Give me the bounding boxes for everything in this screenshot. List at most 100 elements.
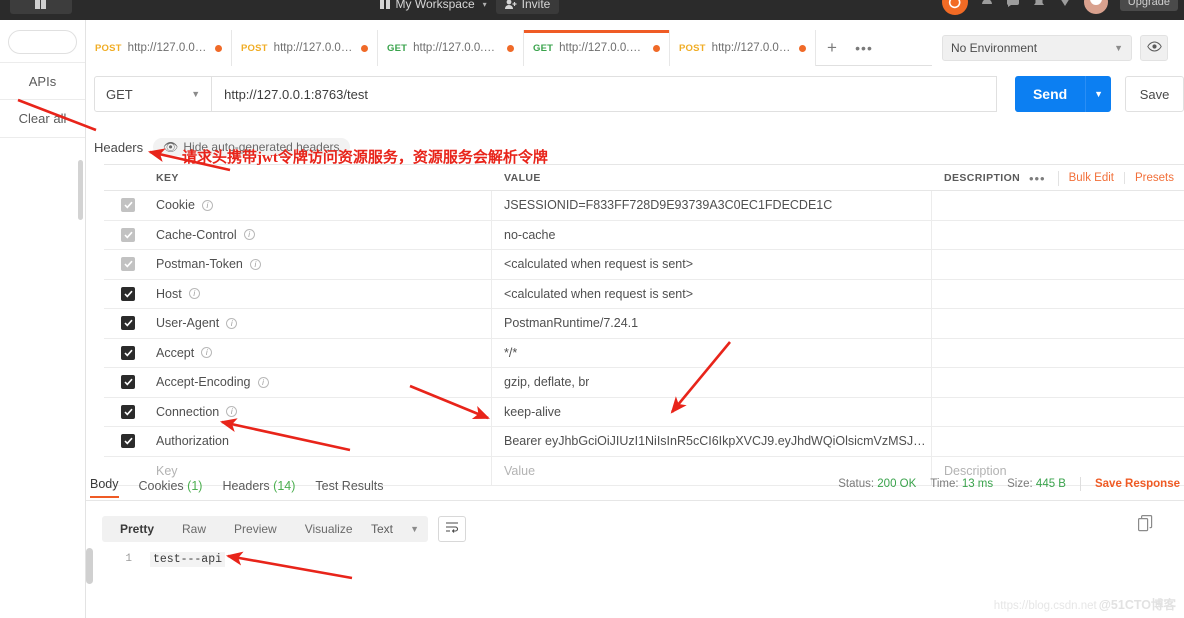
table-row[interactable]: Connection i keep-alive <box>104 397 1184 427</box>
info-icon[interactable]: i <box>226 317 238 329</box>
info-icon[interactable]: i <box>249 258 261 270</box>
environment-quick-look-button[interactable] <box>1140 35 1168 61</box>
send-options-caret[interactable]: ▼ <box>1085 76 1111 112</box>
tab-headers[interactable]: Headers (14) <box>222 479 295 498</box>
request-tab[interactable]: POST http://127.0.0.1:8... <box>232 30 378 66</box>
sync-icon[interactable] <box>980 0 994 11</box>
table-row[interactable]: Accept-Encoding i gzip, deflate, br <box>104 368 1184 398</box>
row-key-cell[interactable]: Connection i <box>152 397 492 426</box>
info-icon[interactable]: i <box>188 288 200 300</box>
row-value-cell[interactable]: no-cache <box>492 220 932 249</box>
checkbox-checked-icon[interactable] <box>121 375 135 390</box>
request-tab-active[interactable]: GET http://127.0.0.1:87... <box>524 30 670 66</box>
bulk-edit-button[interactable]: Bulk Edit <box>1059 172 1125 184</box>
bell-icon[interactable] <box>1032 0 1046 11</box>
row-key-cell[interactable]: Accept i <box>152 338 492 367</box>
avatar[interactable] <box>1083 0 1108 14</box>
table-row[interactable]: Postman-Token i <calculated when request… <box>104 250 1184 280</box>
checkbox-checked-icon[interactable] <box>121 198 135 213</box>
row-value-cell[interactable]: */* <box>492 338 932 367</box>
row-value-cell[interactable]: <calculated when request is sent> <box>492 250 932 279</box>
request-tab[interactable]: POST http://127.0.0.1:8... <box>86 30 232 66</box>
view-visualize[interactable]: Visualize <box>293 522 365 536</box>
http-method-selector[interactable]: GET ▼ <box>94 76 213 112</box>
info-icon[interactable]: i <box>226 406 238 418</box>
checkbox-checked-icon[interactable] <box>121 345 135 360</box>
headers-more-button[interactable]: ••• <box>1017 170 1059 186</box>
row-key-cell[interactable]: Postman-Token i <box>152 250 492 279</box>
save-response-button[interactable]: Save Response <box>1095 478 1180 490</box>
row-key-cell[interactable]: Accept-Encoding i <box>152 368 492 397</box>
row-key-cell[interactable]: Cache-Control i <box>152 220 492 249</box>
request-tab[interactable]: POST http://127.0.0.1:8... <box>670 30 816 66</box>
checkbox-checked-icon[interactable] <box>121 434 135 449</box>
headers-table: KEY VALUE DESCRIPTION ••• Bulk Edit Pres… <box>104 164 1184 486</box>
row-value-cell[interactable]: gzip, deflate, br <box>492 368 932 397</box>
row-checkbox-cell[interactable] <box>104 375 152 390</box>
tab-headers[interactable]: Headers <box>94 140 143 155</box>
sidebar-search-input[interactable] <box>8 30 77 54</box>
checkbox-checked-icon[interactable] <box>121 316 135 331</box>
tab-body[interactable]: Body <box>90 477 119 498</box>
info-icon[interactable]: i <box>243 229 255 241</box>
view-preview[interactable]: Preview <box>222 522 289 536</box>
checkbox-checked-icon[interactable] <box>121 286 135 301</box>
row-value-cell[interactable]: JSESSIONID=F833FF728D9E93739A3C0EC1FDECD… <box>492 191 932 220</box>
send-button[interactable]: Send ▼ <box>1015 76 1112 112</box>
row-value-cell[interactable]: Bearer eyJhbGciOiJIUzI1NiIsInR5cCI6IkpXV… <box>492 427 932 456</box>
sidebar-item-apis[interactable]: APIs <box>0 62 85 100</box>
row-key-cell[interactable]: Host i <box>152 279 492 308</box>
row-checkbox-cell[interactable] <box>104 198 152 213</box>
response-type-selector[interactable]: Text ▼ <box>362 516 428 542</box>
sidebar-item-clear-all[interactable]: Clear all <box>0 100 85 138</box>
new-header-description-input[interactable]: Description <box>932 464 1184 478</box>
invite-button[interactable]: Invite <box>495 0 560 14</box>
table-row[interactable]: Accept i */* <box>104 338 1184 368</box>
body-scrollbar[interactable] <box>86 548 93 584</box>
request-url-input[interactable]: http://127.0.0.1:8763/test <box>212 76 998 112</box>
request-tab[interactable]: GET http://127.0.0.1:87... <box>378 30 524 66</box>
runner-circle-icon[interactable] <box>941 0 968 15</box>
download-icon[interactable] <box>1058 0 1072 11</box>
row-key-cell[interactable]: Cookie i <box>152 191 492 220</box>
row-checkbox-cell[interactable] <box>104 316 152 331</box>
upgrade-button[interactable]: Upgrade <box>1119 0 1178 11</box>
sidebar-scrollbar[interactable] <box>78 160 83 220</box>
view-raw[interactable]: Raw <box>170 522 218 536</box>
row-checkbox-cell[interactable] <box>104 345 152 360</box>
checkbox-checked-icon[interactable] <box>121 257 135 272</box>
row-checkbox-cell[interactable] <box>104 404 152 419</box>
row-value-cell[interactable]: PostmanRuntime/7.24.1 <box>492 309 932 338</box>
save-request-button[interactable]: Save <box>1125 76 1184 112</box>
presets-button[interactable]: Presets <box>1125 172 1184 184</box>
info-icon[interactable]: i <box>201 199 213 211</box>
table-row[interactable]: Cookie i JSESSIONID=F833FF728D9E93739A3C… <box>104 191 1184 221</box>
copy-button[interactable] <box>1138 515 1154 533</box>
table-row[interactable]: Host i <calculated when request is sent> <box>104 279 1184 309</box>
workspace-selector[interactable]: My Workspace ▾ <box>380 0 487 11</box>
row-checkbox-cell[interactable] <box>104 434 152 449</box>
row-key-cell[interactable]: Authorization <box>152 427 492 456</box>
row-checkbox-cell[interactable] <box>104 286 152 301</box>
row-value-cell[interactable]: keep-alive <box>492 397 932 426</box>
row-checkbox-cell[interactable] <box>104 257 152 272</box>
new-tab-button[interactable]: + <box>816 30 848 65</box>
checkbox-checked-icon[interactable] <box>121 404 135 419</box>
view-pretty[interactable]: Pretty <box>108 522 166 536</box>
environment-selector[interactable]: No Environment ▼ <box>942 35 1132 61</box>
table-row-authorization[interactable]: Authorization Bearer eyJhbGciOiJIUzI1NiI… <box>104 427 1184 457</box>
info-icon[interactable]: i <box>257 376 269 388</box>
comment-icon[interactable] <box>1006 0 1020 11</box>
tab-options-button[interactable]: ••• <box>848 30 880 65</box>
table-row[interactable]: User-Agent i PostmanRuntime/7.24.1 <box>104 309 1184 339</box>
tab-cookies[interactable]: Cookies (1) <box>139 479 203 498</box>
row-key-cell[interactable]: User-Agent i <box>152 309 492 338</box>
checkbox-checked-icon[interactable] <box>121 227 135 242</box>
word-wrap-button[interactable] <box>438 516 466 542</box>
info-icon[interactable]: i <box>201 347 213 359</box>
row-value-cell[interactable]: <calculated when request is sent> <box>492 279 932 308</box>
tab-test-results[interactable]: Test Results <box>315 479 383 498</box>
new-button[interactable] <box>10 0 72 14</box>
table-row[interactable]: Cache-Control i no-cache <box>104 220 1184 250</box>
row-checkbox-cell[interactable] <box>104 227 152 242</box>
